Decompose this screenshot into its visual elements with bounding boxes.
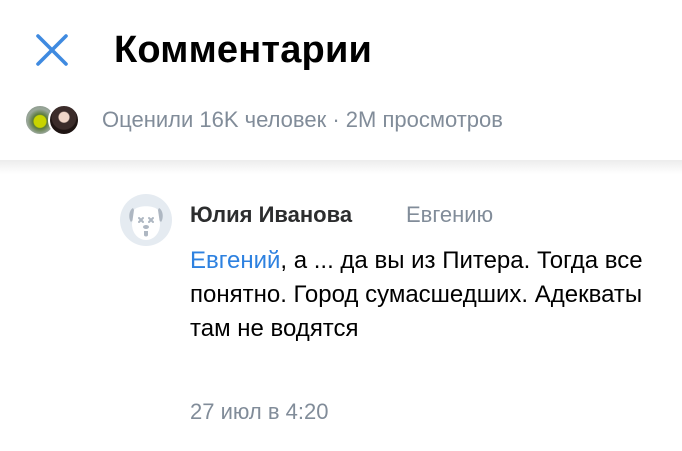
likes-views-summary[interactable]: Оценили 16K человек · 2M просмотров xyxy=(102,106,503,134)
reply-to-label[interactable]: Евгению xyxy=(406,202,493,228)
close-button[interactable] xyxy=(30,28,74,72)
liker-avatar xyxy=(48,104,80,136)
deactivated-dog-icon xyxy=(129,206,163,240)
likers-avatar-stack[interactable] xyxy=(24,100,90,140)
section-divider xyxy=(0,160,682,174)
comment-date: 27 июл в 4:20 xyxy=(190,399,329,424)
header: Комментарии xyxy=(0,0,682,100)
mention-link[interactable]: Евгений xyxy=(190,247,280,274)
comment-avatar[interactable] xyxy=(120,194,172,246)
comment-item: Юлия Иванова Евгению Евгений, а ... да в… xyxy=(0,174,682,451)
comment-author[interactable]: Юлия Иванова xyxy=(190,202,352,228)
likes-row[interactable]: Оценили 16K человек · 2M просмотров xyxy=(0,100,682,146)
comments-screen: Комментарии Оценили 16K человек · 2M про… xyxy=(0,0,682,451)
page-title: Комментарии xyxy=(114,29,373,71)
comment-text: Евгений, а ... да вы из Питера. Тогда вс… xyxy=(190,244,660,346)
close-icon xyxy=(36,34,68,66)
